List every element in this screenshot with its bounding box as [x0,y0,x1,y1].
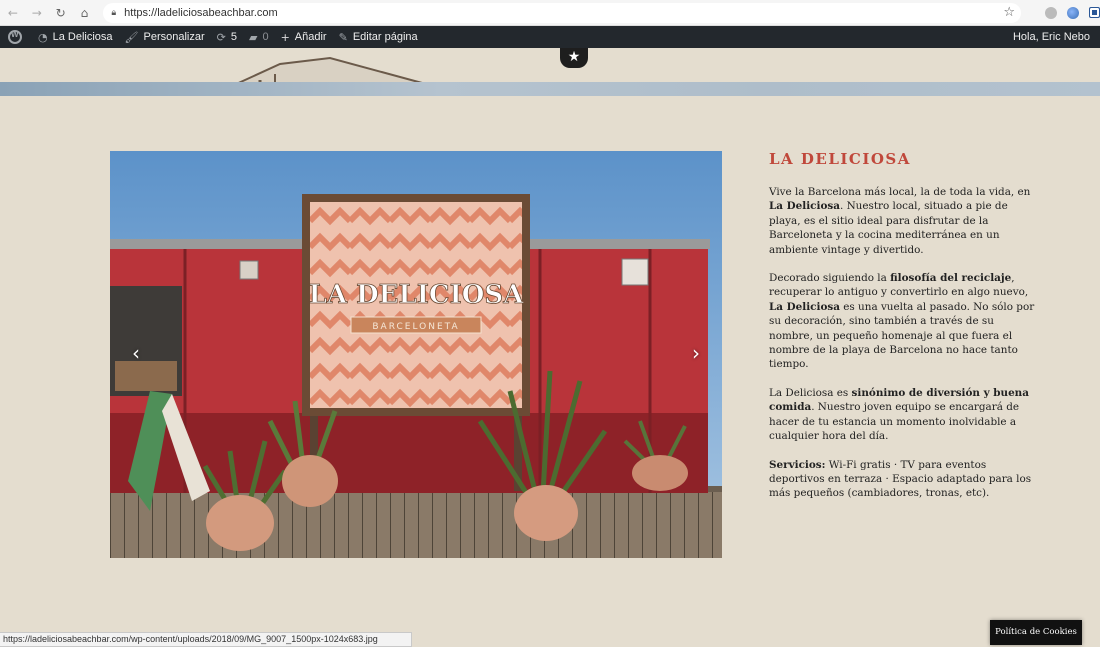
header-sky-band [0,82,1100,96]
image-slider: LA DELICIOSA BARCELONETA ‹ › [110,151,722,558]
url-text: https://ladeliciosabeachbar.com [124,6,278,19]
cookie-policy-button[interactable]: Política de Cookies [990,620,1082,645]
wp-admin-bar: ◔ La Deliciosa 🖌︎ Personalizar ⟳ 5 ▰ 0 +… [0,26,1100,48]
reload-icon[interactable]: ↻ [50,2,72,24]
site-logo-star-icon[interactable]: ★ [560,48,588,68]
slider-next-arrow[interactable]: › [684,341,708,365]
p2-bold-2: La Deliciosa [769,300,840,313]
add-new-label: Añadir [294,31,327,43]
admin-add-new[interactable]: + Añadir [275,26,333,48]
about-paragraph-1: Vive la Barcelona más local, la de toda … [769,185,1041,257]
about-paragraph-2: Decorado siguiendo la filosofía del reci… [769,271,1041,372]
about-section: LA DELICIOSA Vive la Barcelona más local… [769,150,1041,515]
plus-icon: + [280,30,290,44]
about-paragraph-3: La Deliciosa es sinónimo de diversión y … [769,386,1041,444]
p1-text-a: Vive la Barcelona más local, la de toda … [769,186,1031,198]
p3-text-a: La Deliciosa es [769,386,852,399]
p2-bold-1: filosofía del reciclaje [890,272,1012,285]
admin-comments[interactable]: ▰ 0 [243,26,275,48]
extension-globe-icon[interactable] [1066,6,1079,19]
extension-circle-icon[interactable] [1044,6,1057,19]
updates-count: 5 [230,31,237,43]
back-arrow-icon[interactable]: ← [2,2,24,24]
admin-edit-page[interactable]: ✎ Editar página [333,26,424,48]
link-status-bar: https://ladeliciosabeachbar.com/wp-conte… [0,632,412,647]
site-header-image [0,48,1100,96]
p1-bold: La Deliciosa [769,200,840,213]
updates-icon: ⟳ [216,30,226,44]
wp-logo-menu[interactable] [0,26,32,48]
admin-site-name[interactable]: ◔ La Deliciosa [32,26,119,48]
bookmark-star-icon[interactable]: ☆ [1003,5,1015,20]
edit-page-label: Editar página [352,31,418,43]
slider-prev-arrow[interactable]: ‹ [124,341,148,365]
forward-arrow-icon[interactable]: → [26,2,48,24]
wordpress-icon [8,30,22,44]
comment-icon: ▰ [248,30,258,44]
browser-toolbar: ← → ↻ ⌂ 🔒︎ https://ladeliciosabeachbar.c… [0,0,1100,26]
dashboard-icon: ◔ [38,30,48,44]
brush-icon: 🖌︎ [124,30,139,44]
address-bar[interactable]: 🔒︎ https://ladeliciosabeachbar.com ☆ [103,2,1021,23]
pencil-icon: ✎ [338,30,348,44]
admin-updates[interactable]: ⟳ 5 [211,26,243,48]
p4-bold: Servicios: [769,458,826,471]
about-heading: LA DELICIOSA [769,150,911,168]
about-paragraph-4: Servicios: Wi-Fi gratis · TV para evento… [769,458,1041,501]
sign-title-text: LA DELICIOSA [309,280,525,310]
slide-photo: LA DELICIOSA BARCELONETA [110,151,722,558]
site-name-label: La Deliciosa [52,31,113,43]
p2-text-a: Decorado siguiendo la [769,272,891,285]
sign-subtitle-text: BARCELONETA [372,322,459,332]
comments-count: 0 [262,31,269,43]
customize-label: Personalizar [143,31,205,43]
admin-customize[interactable]: 🖌︎ Personalizar [119,26,211,48]
home-icon[interactable]: ⌂ [74,2,96,24]
lock-icon: 🔒︎ [111,7,117,18]
admin-account-greeting[interactable]: Hola, Eric Nebo [1007,26,1096,48]
extension-square-icon[interactable] [1088,7,1100,18]
